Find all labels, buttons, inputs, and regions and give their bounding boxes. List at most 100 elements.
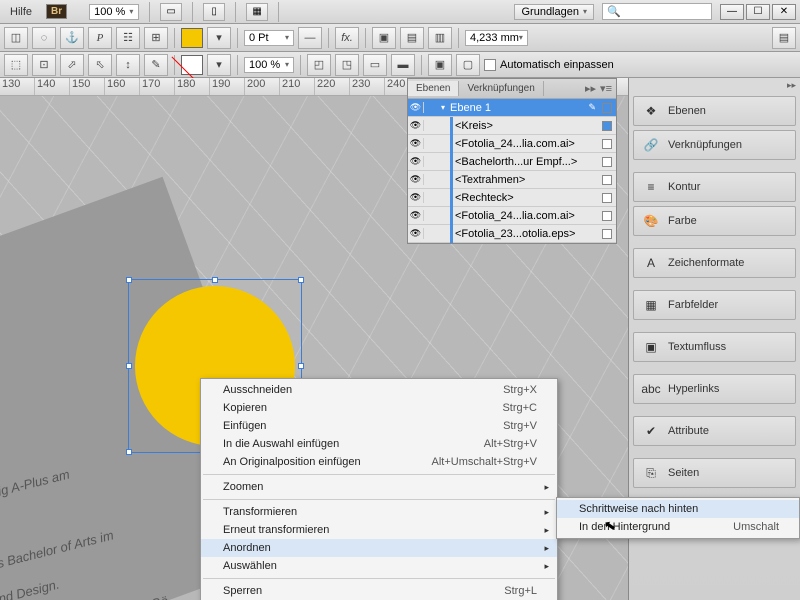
tool-c-icon[interactable]: ⬀: [60, 54, 84, 76]
context-menu-item[interactable]: AusschneidenStrg+X: [201, 381, 557, 399]
fx-icon[interactable]: fx.: [335, 27, 359, 49]
submenu-item[interactable]: Schrittweise nach hinten: [557, 500, 799, 518]
layer-color-swatch[interactable]: [602, 211, 612, 221]
context-menu-item[interactable]: SperrenStrg+L: [201, 582, 557, 600]
context-menu-item[interactable]: Erneut transformieren: [201, 521, 557, 539]
side-panel-item[interactable]: ⎘Seiten: [633, 458, 796, 488]
tab-collapse-icon[interactable]: ▸▸: [585, 82, 596, 95]
visibility-icon[interactable]: 👁: [408, 138, 424, 149]
layer-color-swatch[interactable]: [602, 193, 612, 203]
sel-handle-e[interactable]: [298, 363, 304, 369]
side-collapse-icon[interactable]: ▸▸: [787, 80, 796, 91]
selection-icon[interactable]: ◫: [4, 27, 28, 49]
checkbox-box[interactable]: [484, 59, 496, 71]
scale-field[interactable]: 100 %: [244, 57, 294, 73]
tab-layers[interactable]: Ebenen: [408, 81, 459, 96]
tab-links[interactable]: Verknüpfungen: [459, 81, 543, 96]
search-field[interactable]: 🔍: [602, 3, 712, 20]
dashed-rect-icon[interactable]: ◌: [32, 27, 56, 49]
submenu-item[interactable]: In den HintergrundUmschalt: [557, 518, 799, 536]
tool-b-icon[interactable]: ⊡: [32, 54, 56, 76]
visibility-icon[interactable]: 👁: [408, 228, 424, 239]
layer-row[interactable]: 👁<Bachelorth...ur Empf...>: [408, 153, 616, 171]
fill-dropdown-icon[interactable]: ▾: [207, 27, 231, 49]
stroke-swatch[interactable]: [181, 55, 203, 75]
corner-icon-2[interactable]: ◳: [335, 54, 359, 76]
context-menu-item[interactable]: Anordnen: [201, 539, 557, 557]
side-panel-item[interactable]: ≡Kontur: [633, 172, 796, 202]
layer-color-swatch[interactable]: [602, 139, 612, 149]
layer-color-swatch[interactable]: [602, 175, 612, 185]
wrap-icon-3[interactable]: ▥: [428, 27, 452, 49]
layer-row[interactable]: 👁<Fotolia_24...lia.com.ai>: [408, 207, 616, 225]
sel-handle-nw[interactable]: [126, 277, 132, 283]
layer-row[interactable]: 👁<Kreis>: [408, 117, 616, 135]
context-menu-item[interactable]: Transformieren: [201, 503, 557, 521]
layer-color-swatch[interactable]: [602, 157, 612, 167]
arrange-submenu[interactable]: Schrittweise nach hintenIn den Hintergru…: [556, 497, 800, 539]
layer-row[interactable]: 👁<Fotolia_24...lia.com.ai>: [408, 135, 616, 153]
zoom-level-field[interactable]: 100 %: [89, 4, 139, 20]
workspace-switcher[interactable]: Grundlagen: [514, 4, 594, 20]
sel-handle-n[interactable]: [212, 277, 218, 283]
corner-icon-4[interactable]: ▬: [391, 54, 415, 76]
eyedropper-icon[interactable]: ✎: [144, 54, 168, 76]
layers-panel[interactable]: Ebenen Verknüpfungen ▸▸▾≡ 👁▾Ebene 1✎👁<Kr…: [407, 78, 617, 244]
side-panel-item[interactable]: 🎨Farbe: [633, 206, 796, 236]
anchor-icon[interactable]: ⚓: [60, 27, 84, 49]
minimize-button[interactable]: —: [720, 4, 744, 20]
context-menu-item[interactable]: Auswählen: [201, 557, 557, 575]
stroke-style-icon[interactable]: —: [298, 27, 322, 49]
context-menu-item[interactable]: An Originalposition einfügenAlt+Umschalt…: [201, 453, 557, 471]
side-panel-item[interactable]: abcHyperlinks: [633, 374, 796, 404]
layer-row[interactable]: 👁<Fotolia_23...otolia.eps>: [408, 225, 616, 243]
bridge-badge[interactable]: Br: [46, 4, 67, 19]
fit-icon-2[interactable]: ▢: [456, 54, 480, 76]
wrap-icon-2[interactable]: ▤: [400, 27, 424, 49]
stroke-weight-field[interactable]: 0 Pt: [244, 30, 294, 46]
side-panel-item[interactable]: 🔗Verknüpfungen: [633, 130, 796, 160]
side-panel-item[interactable]: AZeichenformate: [633, 248, 796, 278]
side-panel-item[interactable]: ▣Textumfluss: [633, 332, 796, 362]
arrange-docs-icon[interactable]: ▦: [246, 3, 268, 21]
side-panel-item[interactable]: ▦Farbfelder: [633, 290, 796, 320]
sel-handle-ne[interactable]: [298, 277, 304, 283]
tab-menu-icon[interactable]: ▾≡: [600, 82, 612, 95]
close-button[interactable]: ✕: [772, 4, 796, 20]
visibility-icon[interactable]: 👁: [408, 192, 424, 203]
measurement-field[interactable]: 4,233 mm: [465, 30, 528, 46]
visibility-icon[interactable]: 👁: [408, 156, 424, 167]
tool-d-icon[interactable]: ⬁: [88, 54, 112, 76]
context-menu[interactable]: AusschneidenStrg+XKopierenStrg+CEinfügen…: [200, 378, 558, 600]
maximize-button[interactable]: ☐: [746, 4, 770, 20]
object-icon[interactable]: ☷: [116, 27, 140, 49]
fit-icon-1[interactable]: ▣: [428, 54, 452, 76]
panel-menu-icon[interactable]: ▤: [772, 27, 796, 49]
layer-row[interactable]: 👁<Textrahmen>: [408, 171, 616, 189]
layer-color-swatch[interactable]: [602, 229, 612, 239]
grid-icon[interactable]: ⊞: [144, 27, 168, 49]
corner-icon-3[interactable]: ▭: [363, 54, 387, 76]
context-menu-item[interactable]: Zoomen: [201, 478, 557, 496]
type-tool-icon[interactable]: P: [88, 27, 112, 49]
wrap-icon-1[interactable]: ▣: [372, 27, 396, 49]
visibility-icon[interactable]: 👁: [408, 174, 424, 185]
layer-color-swatch[interactable]: [602, 103, 612, 113]
view-mode-icon[interactable]: ▭: [160, 3, 182, 21]
help-menu[interactable]: Hilfe: [4, 4, 38, 20]
sel-handle-w[interactable]: [126, 363, 132, 369]
layer-color-swatch[interactable]: [602, 121, 612, 131]
tool-e-icon[interactable]: ↕: [116, 54, 140, 76]
screen-mode-icon[interactable]: ▯: [203, 3, 225, 21]
tool-a-icon[interactable]: ⬚: [4, 54, 28, 76]
context-menu-item[interactable]: In die Auswahl einfügenAlt+Strg+V: [201, 435, 557, 453]
corner-icon-1[interactable]: ◰: [307, 54, 331, 76]
sel-handle-sw[interactable]: [126, 449, 132, 455]
layer-row[interactable]: 👁<Rechteck>: [408, 189, 616, 207]
auto-fit-checkbox[interactable]: Automatisch einpassen: [484, 59, 614, 71]
visibility-icon[interactable]: 👁: [408, 210, 424, 221]
visibility-icon[interactable]: 👁: [408, 102, 424, 113]
side-panel-item[interactable]: ✔Attribute: [633, 416, 796, 446]
context-menu-item[interactable]: KopierenStrg+C: [201, 399, 557, 417]
visibility-icon[interactable]: 👁: [408, 120, 424, 131]
